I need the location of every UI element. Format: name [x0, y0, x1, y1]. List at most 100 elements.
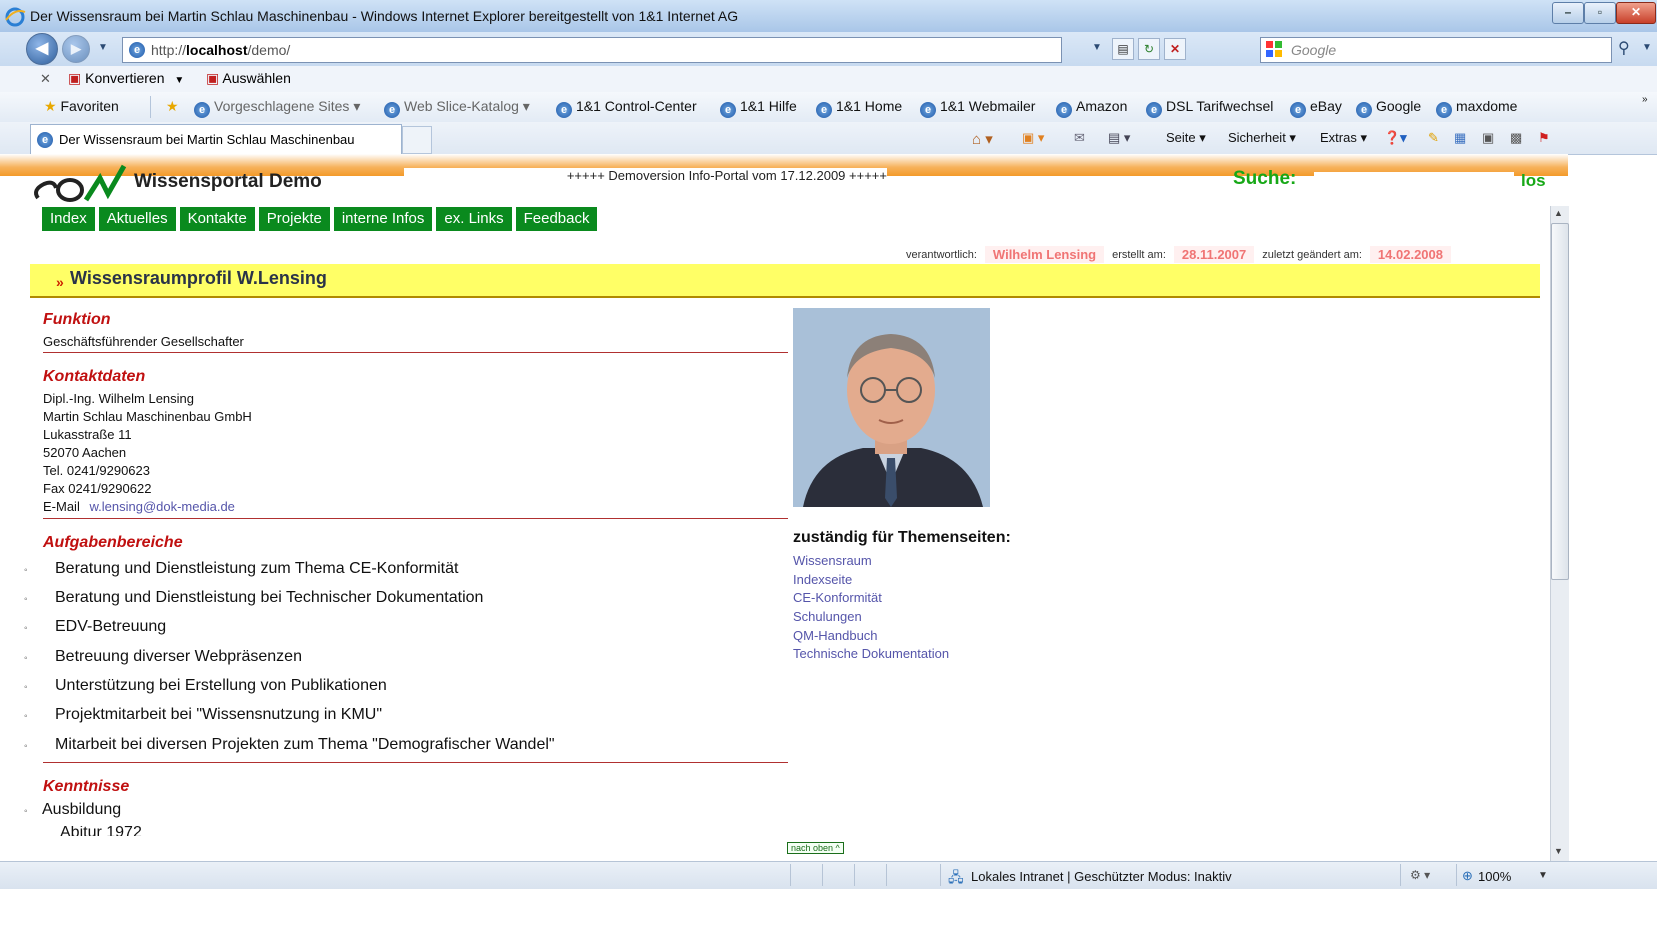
help-icon[interactable]: ❓▾ [1384, 130, 1407, 146]
menu-item-index[interactable]: Index [42, 207, 95, 231]
ie-page-icon: e [194, 102, 210, 118]
fav-link-webslice[interactable]: e Web Slice-Katalog ▾ [384, 98, 530, 118]
funktion-text: Geschäftsführender Gesellschafter [43, 334, 244, 349]
zoom-dropdown-icon[interactable]: ▼ [1538, 870, 1548, 881]
close-toolbar-icon[interactable]: ✕ [40, 71, 51, 87]
list-item: ◦ Projektmitarbeit bei "Wissensnutzung in… [24, 706, 383, 723]
web-search-box[interactable]: Google [1260, 37, 1612, 63]
favorites-button[interactable]: ★ Favoriten [44, 98, 119, 115]
tab-active[interactable]: e Der Wissensraum bei Martin Schlau Masc… [30, 124, 402, 155]
fav-link-suggested[interactable]: e Vorgeschlagene Sites ▾ [194, 98, 360, 118]
research-icon[interactable]: ✎ [1428, 130, 1439, 146]
add-favorite-icon[interactable]: ★ [166, 98, 179, 115]
compatibility-view-icon[interactable]: ▤ [1112, 38, 1134, 60]
translate-icon[interactable]: ▩ [1510, 130, 1522, 146]
divider [43, 518, 788, 519]
menu-item-interne-infos[interactable]: interne Infos [333, 207, 433, 231]
zoom-icon[interactable]: ⊕ [1462, 868, 1473, 884]
protected-mode-icon[interactable]: ⚙ ▾ [1410, 868, 1430, 882]
page-left-margin [0, 154, 30, 861]
close-window-button[interactable]: ✕ [1616, 2, 1656, 24]
security-menu[interactable]: Sicherheit ▾ [1228, 130, 1296, 146]
search-options-icon[interactable]: ▼ [1642, 42, 1652, 53]
responsible-value: Wilhelm Lensing [984, 246, 1105, 263]
extras-menu[interactable]: Extras ▾ [1320, 130, 1367, 146]
theme-link-indexseite[interactable]: Indexseite [793, 572, 852, 587]
fav-link-control-center[interactable]: e 1&1 Control-Center [556, 98, 697, 118]
theme-link-wissensraum[interactable]: Wissensraum [793, 553, 872, 568]
menu-item-ex-links[interactable]: ex. Links [436, 207, 512, 231]
list-item: ◦ Beratung und Dienstleistung bei Technis… [24, 589, 484, 606]
new-tab-button[interactable] [402, 126, 432, 154]
tab-label: Der Wissensraum bei Martin Schlau Maschi… [59, 132, 355, 147]
scrollbar-thumb[interactable] [1551, 223, 1569, 580]
chevron-down-icon: ▼ [174, 75, 185, 86]
keyboard-icon[interactable]: ▣ [1482, 130, 1494, 146]
more-favorites-icon[interactable]: » [1642, 94, 1648, 105]
list-item: ◦ Unterstützung bei Erstellung von Publik… [24, 677, 387, 694]
page-meta: verantwortlich: Wilhelm Lensing erstellt… [906, 246, 1451, 263]
menu-item-kontakte[interactable]: Kontakte [179, 207, 255, 231]
fav-link-home[interactable]: e 1&1 Home [816, 98, 902, 118]
divider [940, 864, 941, 886]
pdf-icon[interactable]: ⚑ [1538, 130, 1550, 146]
minimize-button[interactable]: – [1552, 2, 1584, 24]
kontakt-line: Lukasstraße 11 [43, 427, 132, 442]
email-link[interactable]: w.lensing@dok-media.de [89, 499, 234, 514]
address-bar[interactable]: e http://localhost/demo/ [122, 37, 1062, 63]
scroll-down-icon[interactable]: ▼ [1554, 846, 1563, 856]
home-icon[interactable]: ⌂ ▾ [972, 130, 993, 148]
created-value: 28.11.2007 [1173, 246, 1255, 263]
menu-item-projekte[interactable]: Projekte [258, 207, 330, 231]
theme-link-ce-konformitaet[interactable]: CE-Konformität [793, 590, 882, 605]
addon-icon[interactable]: ▦ [1454, 130, 1466, 146]
forward-button[interactable]: ▶ [62, 35, 90, 63]
divider [150, 96, 151, 118]
select-button[interactable]: ▣ Auswählen [206, 70, 291, 87]
theme-link-technische-dokumentation[interactable]: Technische Dokumentation [793, 646, 949, 661]
ie-logo-icon [5, 7, 26, 27]
fav-link-dsl[interactable]: e DSL Tarifwechsel [1146, 98, 1273, 118]
history-dropdown-icon[interactable]: ▼ [98, 42, 108, 53]
search-input[interactable] [1314, 172, 1514, 188]
section-heading-aufgaben: Aufgabenbereiche [43, 534, 183, 551]
ie-page-icon: e [816, 102, 832, 118]
portrait-photo [793, 308, 990, 507]
convert-menu[interactable]: ▣ Konvertieren ▼ [68, 70, 184, 87]
fav-link-maxdome[interactable]: e maxdome [1436, 98, 1517, 118]
kontakt-line: Fax 0241/9290622 [43, 481, 152, 496]
mail-icon[interactable]: ✉ [1074, 130, 1085, 146]
page-menu[interactable]: Seite ▾ [1166, 130, 1206, 146]
kontakt-line: 52070 Aachen [43, 445, 127, 460]
scroll-up-icon[interactable]: ▲ [1554, 208, 1563, 218]
stop-icon[interactable]: ✕ [1164, 38, 1186, 60]
search-go-button[interactable]: los [1521, 171, 1546, 191]
address-dropdown-icon[interactable]: ▼ [1092, 42, 1102, 53]
search-placeholder: Google [1291, 42, 1337, 58]
search-icon[interactable]: ⚲ [1618, 38, 1630, 58]
fav-link-amazon[interactable]: e Amazon [1056, 98, 1127, 118]
zoom-level[interactable]: 100% [1478, 869, 1511, 884]
company-logo-icon [34, 164, 127, 202]
refresh-icon[interactable]: ↻ [1138, 38, 1160, 60]
created-label: erstellt am: [1112, 248, 1166, 261]
fav-link-webmailer[interactable]: e 1&1 Webmailer [920, 98, 1035, 118]
fav-link-hilfe[interactable]: e 1&1 Hilfe [720, 98, 797, 118]
maximize-button[interactable]: ▫ [1584, 2, 1616, 24]
theme-link-qm-handbuch[interactable]: QM-Handbuch [793, 628, 878, 643]
menu-item-feedback[interactable]: Feedback [515, 207, 598, 231]
list-item: ◦ EDV-Betreuung [24, 618, 167, 635]
fav-link-google[interactable]: e Google [1356, 98, 1421, 118]
section-heading-funktion: Funktion [43, 311, 111, 328]
fav-link-ebay[interactable]: e eBay [1290, 98, 1342, 118]
feeds-icon[interactable]: ▣ ▾ [1022, 130, 1044, 146]
menu-item-aktuelles[interactable]: Aktuelles [98, 207, 176, 231]
status-bar: 🖧 Lokales Intranet | Geschützter Modus: … [0, 861, 1657, 890]
print-icon[interactable]: ▤ ▾ [1108, 130, 1130, 146]
ie-page-icon: e [384, 102, 400, 118]
intranet-icon: 🖧 [948, 869, 964, 885]
theme-link-schulungen[interactable]: Schulungen [793, 609, 862, 624]
changed-label: zuletzt geändert am: [1262, 248, 1362, 261]
back-button[interactable]: ◀ [26, 33, 58, 65]
back-to-top-link[interactable]: nach oben ^ [787, 842, 844, 854]
